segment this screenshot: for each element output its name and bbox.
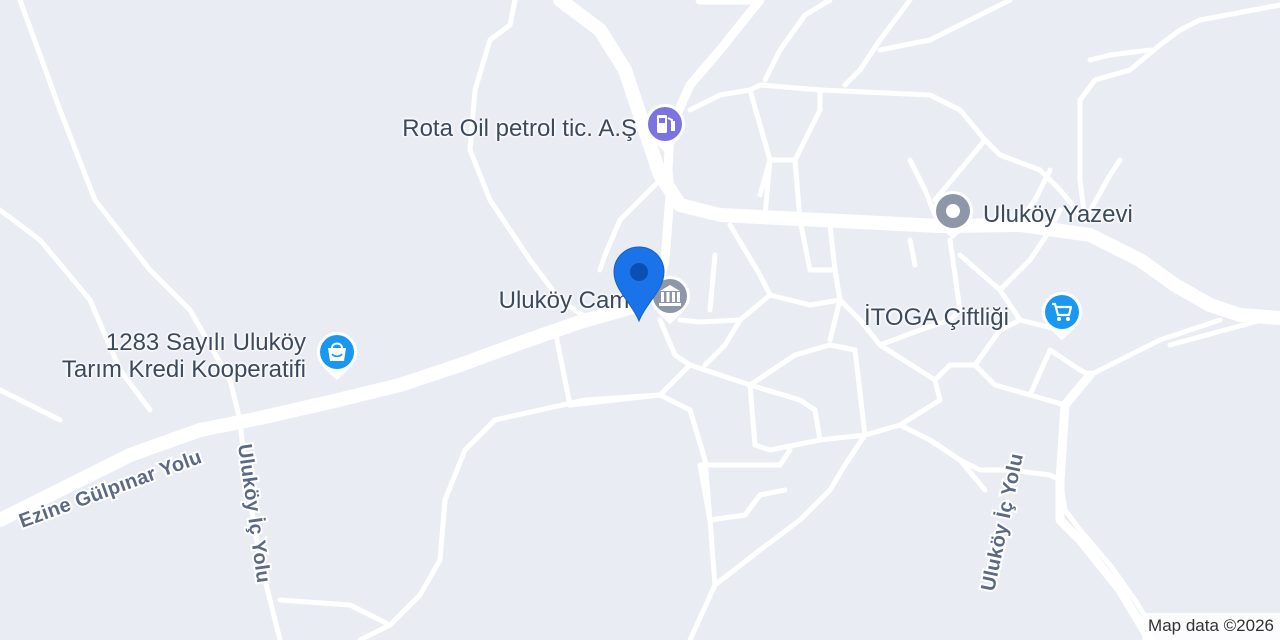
poi-label-cooperative-line1: 1283 Sayılı Uluköy bbox=[105, 329, 306, 356]
map-attribution[interactable]: Map data ©2026 bbox=[1142, 613, 1280, 640]
gas-station-icon[interactable] bbox=[643, 102, 687, 154]
location-marker-icon[interactable] bbox=[611, 245, 667, 323]
place-icon[interactable] bbox=[931, 189, 975, 241]
poi-label-farm[interactable]: İTOGA Çiftliği bbox=[864, 304, 1009, 331]
poi-label-yazevi[interactable]: Uluköy Yazevi bbox=[983, 201, 1133, 228]
shopping-cart-icon[interactable] bbox=[1040, 290, 1084, 342]
road-labels: Ezine Gülpınar Yolu Uluköy İç Yolu Ulukö… bbox=[14, 440, 1030, 595]
shopping-bag-icon[interactable] bbox=[315, 330, 359, 382]
road-label-ic-yolu-left: Uluköy İç Yolu bbox=[233, 442, 275, 584]
poi-label-cooperative-line2: Tarım Kredi Kooperatifi bbox=[61, 356, 306, 383]
poi-label-gas-station[interactable]: Rota Oil petrol tic. A.Ş bbox=[345, 115, 637, 142]
poi-label-cooperative[interactable]: 1283 Sayılı Uluköy Tarım Kredi Kooperati… bbox=[0, 329, 306, 383]
poi-label-mosque[interactable]: Uluköy Camii bbox=[440, 287, 640, 314]
